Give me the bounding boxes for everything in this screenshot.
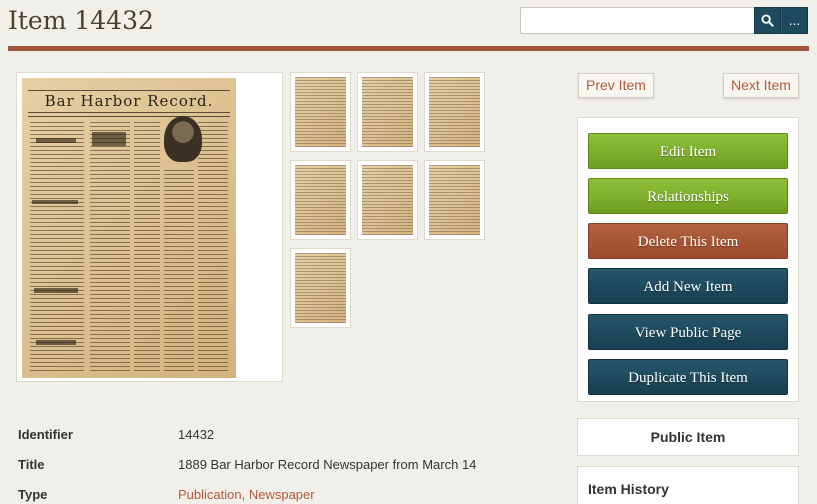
relationships-button[interactable]: Relationships: [588, 178, 788, 214]
page-thumbnail[interactable]: [424, 72, 485, 152]
thumbnail-image: [429, 77, 480, 147]
add-new-item-button[interactable]: Add New Item: [588, 268, 788, 304]
title-value: 1889 Bar Harbor Record Newspaper from Ma…: [178, 457, 477, 472]
newspaper-heading: [34, 288, 78, 293]
portrait-illustration: [164, 116, 202, 162]
search-button[interactable]: [754, 7, 781, 34]
page-thumbnail[interactable]: [290, 160, 351, 240]
type-label: Type: [18, 487, 48, 502]
newspaper-heading: [92, 132, 126, 146]
public-item-status: Public Item: [650, 429, 726, 445]
type-separator: ,: [241, 487, 249, 502]
next-item-button[interactable]: Next Item: [723, 73, 799, 98]
page-thumbnail[interactable]: [424, 160, 485, 240]
identifier-value: 14432: [178, 427, 215, 442]
page-title: Item 14432: [8, 6, 154, 35]
page-thumbnail[interactable]: [357, 72, 418, 152]
newspaper-column: [198, 122, 228, 372]
page-thumbnail[interactable]: [290, 248, 351, 328]
thumbnail-image: [295, 253, 346, 323]
type-value: Publication, Newspaper: [178, 487, 315, 502]
thumbnail-image: [429, 165, 480, 235]
newspaper-column: [30, 122, 84, 372]
search-icon: [761, 14, 774, 27]
prev-item-button[interactable]: Prev Item: [578, 73, 654, 98]
identifier-label: Identifier: [18, 427, 73, 442]
header: Item 14432 ...: [0, 0, 817, 46]
paper-rule: [28, 116, 230, 117]
newspaper-column: [90, 122, 130, 372]
thumbnail-image: [295, 165, 346, 235]
newspaper-title: Bar Harbor Record.: [44, 92, 214, 110]
type-link-newspaper[interactable]: Newspaper: [249, 487, 315, 502]
edit-item-button[interactable]: Edit Item: [588, 133, 788, 169]
view-public-page-button[interactable]: View Public Page: [588, 314, 788, 350]
newspaper-heading: [32, 200, 78, 204]
more-options-button[interactable]: ...: [781, 7, 808, 34]
delete-item-button[interactable]: Delete This Item: [588, 223, 788, 259]
main-image-frame[interactable]: Bar Harbor Record.: [16, 72, 283, 382]
paper-rule: [28, 112, 230, 113]
main-image[interactable]: Bar Harbor Record.: [22, 78, 236, 378]
thumbnail-image: [362, 165, 413, 235]
newspaper-heading: [36, 138, 76, 143]
thumbnail-image: [295, 77, 346, 147]
newspaper-column: [134, 122, 160, 372]
page-thumbnail[interactable]: [357, 160, 418, 240]
title-label: Title: [18, 457, 45, 472]
item-history-title: Item History: [588, 481, 669, 497]
newspaper-column: [164, 170, 194, 372]
paper-rule: [28, 90, 230, 91]
type-link-publication[interactable]: Publication: [178, 487, 242, 502]
search-input[interactable]: [520, 7, 755, 34]
page-thumbnail[interactable]: [290, 72, 351, 152]
newspaper-heading: [36, 340, 76, 345]
thumbnail-image: [362, 77, 413, 147]
header-divider: [8, 46, 809, 51]
duplicate-item-button[interactable]: Duplicate This Item: [588, 359, 788, 395]
